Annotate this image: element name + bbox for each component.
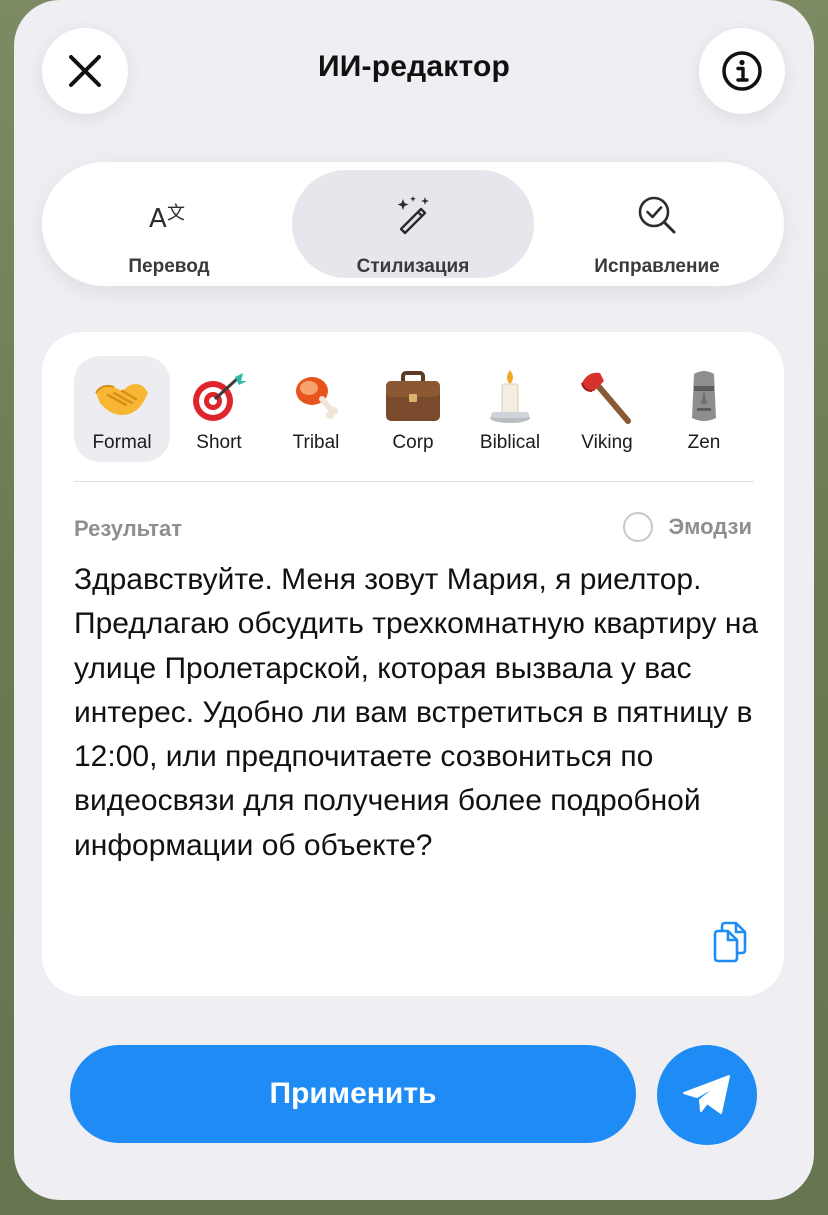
tab-stylize-label: Стилизация <box>356 256 470 277</box>
tab-translate-label: Перевод <box>128 256 210 277</box>
axe-emoji <box>581 372 631 424</box>
emoji-toggle-label: Эмодзи <box>668 514 752 539</box>
svg-text:文: 文 <box>167 203 185 224</box>
copy-icon <box>713 921 747 963</box>
divider <box>74 481 754 482</box>
style-zen-label: Zen <box>687 432 721 453</box>
dart-emoji <box>193 373 247 421</box>
check-search-icon <box>638 196 676 234</box>
ai-editor-sheet: ИИ-редактор A 文 Перевод Стилизация Испра… <box>14 0 814 1200</box>
translate-icon: A 文 <box>149 203 185 234</box>
apply-button[interactable]: Применить <box>70 1045 636 1143</box>
style-short[interactable]: Short <box>171 356 267 462</box>
style-corp-label: Corp <box>392 432 434 453</box>
emoji-radio[interactable] <box>622 512 653 542</box>
info-button[interactable] <box>699 28 785 114</box>
briefcase-emoji <box>386 371 440 421</box>
style-picker: Formal Short Tribal Corp Biblical Viking… <box>74 356 754 462</box>
result-label: Результат <box>74 516 183 541</box>
tab-correct[interactable]: Исправление <box>536 170 778 278</box>
style-formal[interactable]: Formal <box>74 356 170 462</box>
moai-emoji <box>692 371 716 421</box>
send-icon <box>683 1075 730 1114</box>
mode-switcher: A 文 Перевод Стилизация Исправление <box>42 162 784 286</box>
tab-stylize[interactable]: Стилизация <box>292 170 534 278</box>
handshake-emoji <box>95 384 148 415</box>
copy-button[interactable] <box>708 920 752 964</box>
style-corp[interactable]: Corp <box>365 356 461 462</box>
style-formal-label: Formal <box>92 432 152 453</box>
info-icon <box>722 51 762 91</box>
style-tribal[interactable]: Tribal <box>268 356 364 462</box>
style-biblical-label: Biblical <box>479 432 541 453</box>
tab-translate[interactable]: A 文 Перевод <box>48 170 290 278</box>
candle-emoji <box>490 370 530 423</box>
meat-emoji <box>296 377 338 419</box>
style-viking[interactable]: Viking <box>559 356 655 462</box>
style-tribal-label: Tribal <box>292 432 340 453</box>
style-viking-label: Viking <box>581 432 633 453</box>
style-zen[interactable]: Zen <box>656 356 752 462</box>
send-button[interactable] <box>657 1045 757 1145</box>
magic-wand-icon <box>397 196 429 235</box>
style-short-label: Short <box>196 432 242 453</box>
emoji-toggle[interactable]: Эмодзи <box>622 512 752 542</box>
page-title: ИИ-редактор <box>317 50 510 83</box>
result-text: Здравствуйте. Меня зовут Мария, я риелто… <box>74 563 759 862</box>
svg-text:A: A <box>149 204 167 234</box>
style-biblical[interactable]: Biblical <box>462 356 558 462</box>
result-card: Formal Short Tribal Corp Biblical Viking… <box>42 332 784 996</box>
tab-correct-label: Исправление <box>594 256 720 277</box>
